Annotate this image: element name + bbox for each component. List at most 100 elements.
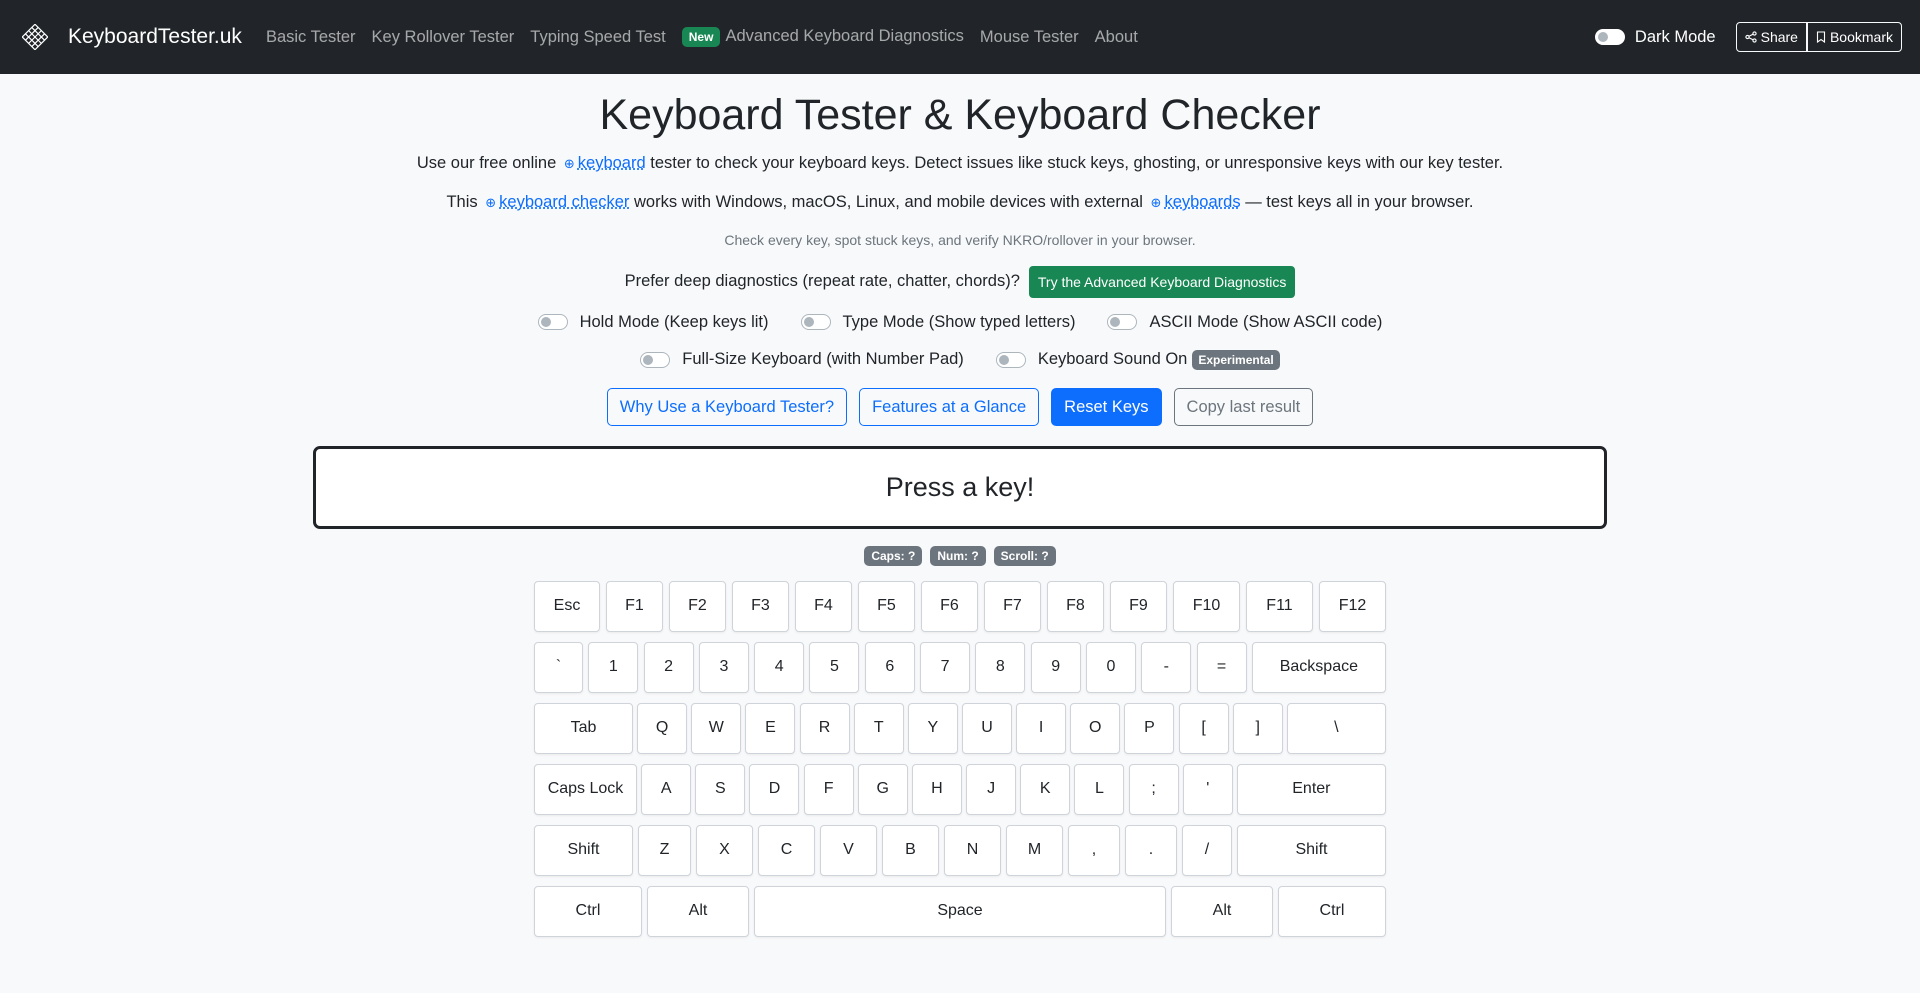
key-e[interactable]: E <box>745 702 796 754</box>
key-t[interactable]: T <box>853 702 904 754</box>
key-a[interactable]: A <box>641 763 692 815</box>
key-ctrl[interactable]: Ctrl <box>534 885 642 937</box>
copy-result-button[interactable]: Copy last result <box>1173 387 1314 426</box>
key--[interactable]: \ <box>1286 702 1386 754</box>
key-h[interactable]: H <box>911 763 962 815</box>
key-f4[interactable]: F4 <box>795 580 852 632</box>
key--[interactable]: [ <box>1178 702 1229 754</box>
key-b[interactable]: B <box>882 824 939 876</box>
key-8[interactable]: 8 <box>975 641 1026 693</box>
type-mode-toggle[interactable] <box>800 314 831 331</box>
key--[interactable]: / <box>1182 824 1232 876</box>
keyboards-link[interactable]: keyboards <box>1164 193 1240 211</box>
advanced-diagnostics-button[interactable]: Try the Advanced Keyboard Diagnostics <box>1028 265 1296 298</box>
keyboard-sound-toggle[interactable] <box>995 351 1026 368</box>
key-7[interactable]: 7 <box>920 641 971 693</box>
key-d[interactable]: D <box>749 763 800 815</box>
key-4[interactable]: 4 <box>754 641 805 693</box>
key-esc[interactable]: Esc <box>534 580 600 632</box>
keyboard-sound-switch[interactable]: Keyboard Sound On Experimental <box>995 349 1280 370</box>
key-p[interactable]: P <box>1124 702 1175 754</box>
nav-link-advanced-diagnostics[interactable]: New Advanced Keyboard Diagnostics <box>681 27 964 47</box>
key-3[interactable]: 3 <box>698 641 749 693</box>
key-j[interactable]: J <box>966 763 1017 815</box>
hold-mode-switch[interactable]: Hold Mode (Keep keys lit) <box>537 313 769 332</box>
key--[interactable]: ; <box>1128 763 1179 815</box>
key-5[interactable]: 5 <box>809 641 860 693</box>
key-f10[interactable]: F10 <box>1173 580 1240 632</box>
key-space[interactable]: Space <box>754 885 1166 937</box>
key-9[interactable]: 9 <box>1030 641 1081 693</box>
key-f1[interactable]: F1 <box>606 580 663 632</box>
type-mode-switch[interactable]: Type Mode (Show typed letters) <box>800 313 1075 332</box>
key-s[interactable]: S <box>695 763 746 815</box>
key--[interactable]: ` <box>534 641 583 693</box>
key-tab[interactable]: Tab <box>534 702 633 754</box>
key-i[interactable]: I <box>1016 702 1067 754</box>
reset-keys-button[interactable]: Reset Keys <box>1051 387 1162 426</box>
key-c[interactable]: C <box>758 824 815 876</box>
key-u[interactable]: U <box>961 702 1012 754</box>
key--[interactable]: . <box>1125 824 1177 876</box>
hold-mode-toggle[interactable] <box>537 314 568 331</box>
key--[interactable]: - <box>1141 641 1192 693</box>
bookmark-button[interactable]: Bookmark <box>1806 22 1902 52</box>
ascii-mode-switch[interactable]: ASCII Mode (Show ASCII code) <box>1107 313 1382 332</box>
key-f5[interactable]: F5 <box>858 580 915 632</box>
nav-link-key-rollover-tester[interactable]: Key Rollover Tester <box>372 28 515 47</box>
key-y[interactable]: Y <box>907 702 958 754</box>
key-f9[interactable]: F9 <box>1110 580 1167 632</box>
nav-link-mouse-tester[interactable]: Mouse Tester <box>980 28 1079 47</box>
key--[interactable]: , <box>1068 824 1120 876</box>
nav-link-basic-tester[interactable]: Basic Tester <box>266 28 356 47</box>
share-button[interactable]: Share <box>1735 22 1807 52</box>
key-enter[interactable]: Enter <box>1236 763 1386 815</box>
features-button[interactable]: Features at a Glance <box>859 387 1040 426</box>
key-f2[interactable]: F2 <box>669 580 726 632</box>
keyboard-checker-link[interactable]: keyboard checker <box>499 193 629 211</box>
key--[interactable]: ] <box>1232 702 1283 754</box>
fullsize-keyboard-toggle[interactable] <box>640 351 671 368</box>
key-w[interactable]: W <box>691 702 742 754</box>
key-shift[interactable]: Shift <box>1237 824 1386 876</box>
ascii-mode-toggle[interactable] <box>1107 314 1138 331</box>
key-f8[interactable]: F8 <box>1047 580 1104 632</box>
key-m[interactable]: M <box>1006 824 1063 876</box>
key-o[interactable]: O <box>1070 702 1121 754</box>
key--[interactable]: = <box>1196 641 1247 693</box>
key-l[interactable]: L <box>1074 763 1125 815</box>
key-f12[interactable]: F12 <box>1319 580 1386 632</box>
key-f[interactable]: F <box>803 763 854 815</box>
key-f7[interactable]: F7 <box>984 580 1041 632</box>
brand-logo-icon <box>22 24 48 50</box>
fullsize-keyboard-switch[interactable]: Full-Size Keyboard (with Number Pad) <box>640 350 964 369</box>
key-1[interactable]: 1 <box>588 641 639 693</box>
key-f3[interactable]: F3 <box>732 580 789 632</box>
why-use-button[interactable]: Why Use a Keyboard Tester? <box>606 387 848 426</box>
brand[interactable]: KeyboardTester.uk <box>22 24 242 50</box>
key-v[interactable]: V <box>820 824 877 876</box>
key-alt[interactable]: Alt <box>1171 885 1273 937</box>
key-2[interactable]: 2 <box>643 641 694 693</box>
key-q[interactable]: Q <box>637 702 688 754</box>
key-g[interactable]: G <box>857 763 908 815</box>
dark-mode-toggle[interactable] <box>1594 29 1625 45</box>
key-x[interactable]: X <box>696 824 753 876</box>
key-n[interactable]: N <box>944 824 1001 876</box>
nav-link-about[interactable]: About <box>1095 28 1138 47</box>
key-caps-lock[interactable]: Caps Lock <box>534 763 637 815</box>
key-alt[interactable]: Alt <box>647 885 749 937</box>
key--[interactable]: ' <box>1182 763 1233 815</box>
key-f6[interactable]: F6 <box>921 580 978 632</box>
key-k[interactable]: K <box>1020 763 1071 815</box>
key-f11[interactable]: F11 <box>1246 580 1313 632</box>
key-shift[interactable]: Shift <box>534 824 633 876</box>
key-6[interactable]: 6 <box>864 641 915 693</box>
nav-link-typing-speed-test[interactable]: Typing Speed Test <box>530 28 665 47</box>
key-r[interactable]: R <box>799 702 850 754</box>
key-backspace[interactable]: Backspace <box>1251 641 1386 693</box>
keyboard-link[interactable]: keyboard <box>578 154 646 172</box>
key-z[interactable]: Z <box>638 824 691 876</box>
key-ctrl[interactable]: Ctrl <box>1278 885 1386 937</box>
key-0[interactable]: 0 <box>1085 641 1136 693</box>
